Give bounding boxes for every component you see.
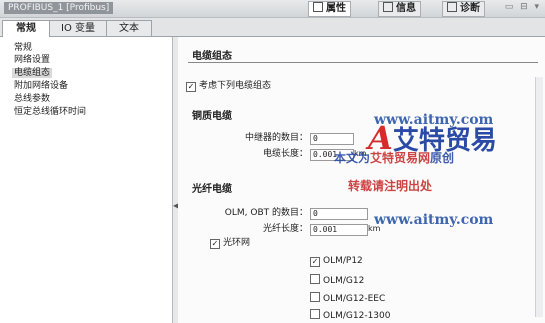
olm-option-checkbox[interactable]: ✓ (310, 257, 320, 267)
panel-header: PROFIBUS_1 [Profibus] 属性 信息 诊断 ▭ ⊟ ▾ (0, 0, 545, 18)
olm-option-label: OLM/G12 (323, 276, 365, 286)
window-title: PROFIBUS_1 [Profibus] (4, 2, 114, 14)
olm-option-checkbox[interactable] (310, 274, 320, 284)
olm-count-label: OLM, OBT 的数目： (224, 208, 308, 218)
inspector-tabs: 常规 IO 变量 文本 (0, 18, 545, 37)
tab-properties[interactable]: 属性 (308, 1, 351, 17)
consider-cable-checkbox[interactable]: ✓ (186, 82, 196, 92)
fiber-heading: 光纤电缆 (192, 184, 232, 195)
olm-option-checkbox[interactable] (310, 292, 320, 302)
property-nav: 常规 网络设置 电缆组态 附加网络设备 总线参数 恒定总线循环时间 (0, 37, 173, 323)
fiber-length-label: 光纤长度： (262, 224, 308, 234)
watermark-url: www.aitmy.com (374, 112, 494, 128)
optical-ring-checkbox[interactable]: ✓ (210, 239, 220, 249)
tab-diagnostics[interactable]: 诊断 (442, 1, 485, 17)
window-buttons[interactable]: ▭ ⊟ ▾ (505, 2, 541, 12)
nav-item-general[interactable]: 常规 (14, 43, 32, 53)
olm-option-checkbox[interactable] (310, 309, 320, 319)
tab-info[interactable]: 信息 (378, 1, 421, 17)
consider-cable-row[interactable]: ✓ 考虑下列电缆组态 (186, 81, 271, 92)
cable-length-label: 电缆长度： (262, 149, 308, 159)
nav-item-cable-config[interactable]: 电缆组态 (12, 68, 53, 78)
olm-option-row[interactable]: OLM/G12-1300 (310, 309, 390, 322)
olm-count-input[interactable]: 0 (310, 208, 368, 220)
content-pane: 电缆组态 ✓ 考虑下列电缆组态 铜质电缆 中继器的数目： 0 电缆长度： 0.00… (178, 37, 545, 323)
section-title: 电缆组态 (192, 51, 232, 62)
repeaters-label: 中继器的数目： (244, 133, 308, 143)
olm-option-row[interactable]: OLM/G12-EEC (310, 292, 385, 305)
tab-io-tags[interactable]: IO 变量 (49, 20, 107, 36)
olm-option-row[interactable]: ✓ OLM/P12 (310, 256, 363, 267)
consider-cable-label: 考虑下列电缆组态 (199, 81, 272, 91)
fiber-length-input[interactable]: 0.001 (310, 224, 368, 236)
tab-texts[interactable]: 文本 (106, 20, 152, 36)
optical-ring-label: 光环网 (223, 238, 251, 248)
info-icon (383, 2, 393, 12)
olm-option-label: OLM/G12-1300 (323, 311, 391, 321)
tab-diagnostics-label: 诊断 (460, 3, 480, 14)
watermark-credit-a: 本文为 (334, 151, 371, 165)
copper-heading: 铜质电缆 (192, 111, 232, 122)
vertical-scrollbar[interactable] (535, 77, 543, 317)
tab-info-label: 信息 (396, 3, 416, 14)
olm-option-label: OLM/P12 (323, 256, 363, 266)
properties-icon (313, 2, 323, 12)
optical-ring-row[interactable]: ✓ 光环网 (210, 238, 250, 249)
repeaters-input[interactable]: 0 (310, 133, 354, 145)
watermark-url: www.aitmy.com (374, 212, 494, 228)
tab-general[interactable]: 常规 (2, 20, 50, 37)
nav-item-network-settings[interactable]: 网络设置 (14, 55, 50, 65)
diagnostics-icon (447, 2, 457, 12)
watermark-credit-c: 原创 (430, 151, 455, 165)
olm-option-label: OLM/G12-EEC (323, 294, 386, 304)
olm-option-row[interactable]: OLM/G12 (310, 274, 364, 287)
tab-properties-label: 属性 (326, 3, 346, 14)
nav-item-bus-parameters[interactable]: 总线参数 (14, 94, 50, 104)
watermark-notice: 转载请注明出处 (348, 179, 433, 193)
section-divider (188, 62, 538, 63)
nav-item-additional-devices[interactable]: 附加网络设备 (14, 81, 68, 91)
nav-item-constant-bus-cycle[interactable]: 恒定总线循环时间 (14, 107, 86, 117)
watermark-credit: 本文为艾特贸易网原创 (334, 149, 454, 166)
watermark-credit-b: 艾特贸易网 (370, 151, 431, 165)
